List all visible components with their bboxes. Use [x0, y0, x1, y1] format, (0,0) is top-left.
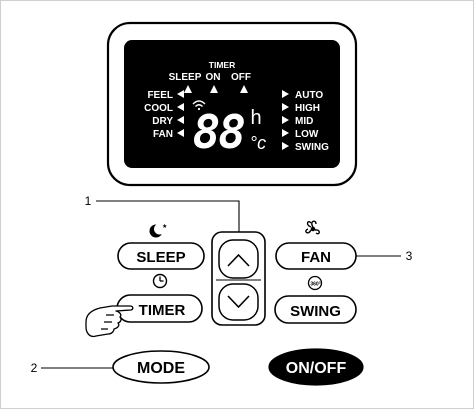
timer-indicator: TIMER [209, 60, 235, 70]
fan-high-label: HIGH [295, 103, 320, 114]
swing-360-icon: 360° [307, 275, 323, 291]
clock-icon [152, 273, 168, 289]
swing-label: SWING [295, 142, 329, 153]
sleep-indicator: SLEEP [169, 72, 202, 83]
swing-button-label: SWING [290, 303, 341, 320]
callout-2-label: 2 [31, 361, 38, 375]
mode-dry-label: DRY [152, 116, 173, 127]
mode-fan-label: FAN [153, 129, 173, 140]
timer-on-indicator: ON [206, 72, 221, 83]
hour-unit: h [250, 107, 261, 129]
mode-feel-label: FEEL [147, 90, 173, 101]
power-button-label: ON/OFF [286, 360, 347, 377]
mode-button[interactable]: MODE [112, 350, 210, 384]
temperature-rocker [211, 231, 266, 326]
temp-down-button[interactable] [218, 283, 259, 321]
timer-off-indicator: OFF [231, 72, 251, 83]
sleep-button[interactable]: SLEEP [117, 242, 205, 270]
svg-text:★: ★ [162, 223, 167, 230]
callout-1-label: 1 [85, 194, 92, 208]
fan-auto-label: AUTO [295, 90, 323, 101]
fan-icon [305, 220, 320, 235]
moon-icon: ★ [149, 223, 167, 238]
timer-button-label: TIMER [139, 302, 186, 319]
fan-mid-label: MID [295, 116, 313, 127]
fan-button-label: FAN [301, 249, 331, 266]
fan-low-label: LOW [295, 129, 319, 140]
digit-readout: 88 [193, 105, 245, 159]
fan-button[interactable]: FAN [275, 242, 357, 270]
callout-3-label: 3 [406, 249, 413, 263]
swing-button[interactable]: SWING [274, 295, 357, 324]
mode-button-label: MODE [137, 360, 185, 377]
decimal-point: . [226, 133, 230, 150]
callout-2: 2 [31, 361, 113, 375]
sleep-button-label: SLEEP [136, 249, 185, 266]
mode-cool-label: COOL [144, 103, 173, 114]
remote-diagram: TIMER SLEEP ON OFF FEEL COOL DRY FAN 88 … [0, 0, 474, 409]
svg-text:360°: 360° [310, 282, 320, 288]
temp-up-button[interactable] [218, 239, 259, 279]
callout-3: 3 [356, 249, 413, 263]
power-button[interactable]: ON/OFF [268, 348, 364, 386]
celsius-unit: °c [250, 133, 266, 153]
